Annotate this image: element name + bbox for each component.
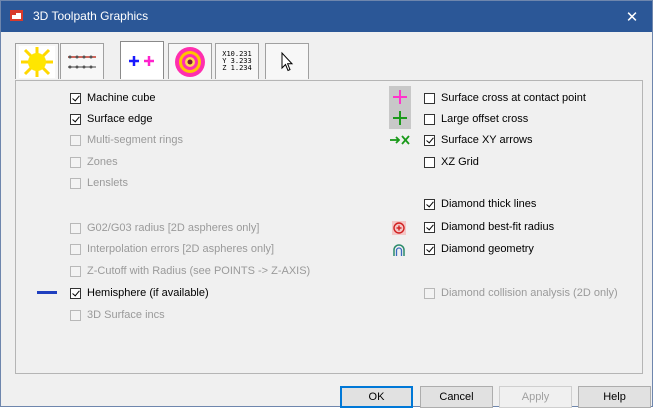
option-machine-cube[interactable]: Machine cube [70,91,156,105]
g02-g03-radius-label: G02/G03 radius [2D aspheres only] [87,222,260,234]
xyz-readout-icon: X10.231 Y 3.233 Z 1.234 [222,51,252,72]
option-zones[interactable]: Zones [70,155,118,169]
hemisphere-label: Hemisphere (if available) [87,287,209,299]
diamond-geometry-indicator [391,242,407,258]
tab-rings[interactable] [168,43,212,79]
red-circle-plus-icon [392,221,406,235]
option-large-offset-cross[interactable]: Large offset cross [424,112,528,126]
dotted-lines-icon [68,55,96,68]
blue-line-icon [37,291,57,294]
surface-xy-arrows-checkbox[interactable] [424,134,435,146]
diamond-thick-lines-label: Diamond thick lines [441,198,537,210]
xz-grid-checkbox[interactable] [424,156,435,168]
ok-button[interactable]: OK [340,386,413,408]
diamond-best-fit-radius-label: Diamond best-fit radius [441,221,555,233]
multi-segment-rings-checkbox[interactable] [70,134,81,146]
zones-label: Zones [87,156,118,168]
option-surface-edge[interactable]: Surface edge [70,112,152,126]
tab-toolpath-lines[interactable] [60,43,104,79]
tab-pointer[interactable] [265,43,309,79]
diamond-collision-analysis-label: Diamond collision analysis (2D only) [441,287,618,299]
tab-lighting[interactable] [15,43,59,79]
machine-cube-checkbox[interactable] [70,92,81,104]
large-offset-cross-label: Large offset cross [441,113,529,125]
option-diamond-collision-analysis[interactable]: Diamond collision analysis (2D only) [424,286,618,300]
cancel-button[interactable]: Cancel [420,386,493,408]
interpolation-errors-label: Interpolation errors [2D aspheres only] [87,243,275,255]
diamond-tool-icon [393,244,405,256]
xyz-line-z: Z 1.234 [222,64,252,72]
large-offset-cross-checkbox[interactable] [424,113,435,125]
best-fit-radius-indicator [391,220,407,236]
apply-button[interactable]: Apply [499,386,572,408]
option-diamond-thick-lines[interactable]: Diamond thick lines [424,197,536,211]
option-interpolation-errors[interactable]: Interpolation errors [2D aspheres only] [70,242,274,256]
option-diamond-geometry[interactable]: Diamond geometry [424,242,534,256]
z-cutoff-checkbox[interactable] [70,265,81,277]
surface-xy-arrows-label: Surface XY arrows [441,134,533,146]
diamond-geometry-checkbox[interactable] [424,243,435,255]
z-cutoff-label: Z-Cutoff with Radius (see POINTS -> Z-AX… [87,265,311,277]
option-hemisphere[interactable]: Hemisphere (if available) [70,286,209,300]
option-surface-xy-arrows[interactable]: Surface XY arrows [424,133,533,147]
diamond-best-fit-radius-checkbox[interactable] [424,221,435,233]
3d-surface-incs-label: 3D Surface incs [87,309,165,321]
option-lenslets[interactable]: Lenslets [70,176,128,190]
close-icon: ✕ [625,8,639,26]
surface-edge-label: Surface edge [87,113,153,125]
green-cross-indicator [389,107,411,129]
magenta-cross-indicator [389,86,411,108]
option-3d-surface-incs[interactable]: 3D Surface incs [70,308,165,322]
cursor-arrow-icon [281,51,294,71]
lenslets-label: Lenslets [87,177,128,189]
interpolation-errors-checkbox[interactable] [70,243,81,255]
tab-coordinates[interactable]: X10.231 Y 3.233 Z 1.234 [215,43,259,79]
surface-cross-checkbox[interactable] [424,92,435,104]
option-xz-grid[interactable]: XZ Grid [424,155,479,169]
option-g02-g03-radius[interactable]: G02/G03 radius [2D aspheres only] [70,221,259,235]
app-icon [10,10,23,21]
close-button[interactable]: ✕ [612,1,652,32]
magenta-cross-icon [393,90,407,104]
lenslets-checkbox[interactable] [70,177,81,189]
xy-arrows-icon [390,135,410,145]
title-bar: 3D Toolpath Graphics ✕ [1,1,652,32]
surface-edge-checkbox[interactable] [70,113,81,125]
diamond-thick-lines-checkbox[interactable] [424,198,435,210]
hemisphere-checkbox[interactable] [70,287,81,299]
sun-icon [19,45,55,78]
option-surface-cross[interactable]: Surface cross at contact point [424,91,586,105]
option-diamond-best-fit-radius[interactable]: Diamond best-fit radius [424,220,554,234]
window-title: 3D Toolpath Graphics [33,9,149,23]
hemisphere-indicator [37,286,57,300]
options-panel: Machine cube Surface edge Multi-segment … [15,80,643,374]
multi-segment-rings-label: Multi-segment rings [87,134,183,146]
xz-grid-label: XZ Grid [441,156,479,168]
option-z-cutoff[interactable]: Z-Cutoff with Radius (see POINTS -> Z-AX… [70,264,310,278]
concentric-rings-icon [175,46,205,77]
diamond-collision-analysis-checkbox[interactable] [424,287,435,299]
diamond-geometry-label: Diamond geometry [441,243,534,255]
surface-cross-label: Surface cross at contact point [441,92,586,104]
machine-cube-label: Machine cube [87,92,156,104]
help-button[interactable]: Help [578,386,651,408]
tab-crosses[interactable] [120,41,164,79]
g02-g03-radius-checkbox[interactable] [70,222,81,234]
zones-checkbox[interactable] [70,156,81,168]
cross-markers-icon [129,55,154,66]
option-multi-segment-rings[interactable]: Multi-segment rings [70,133,183,147]
3d-surface-incs-checkbox[interactable] [70,309,81,321]
xy-arrows-indicator [389,133,411,147]
green-cross-icon [393,111,407,125]
dialog-window: 3D Toolpath Graphics ✕ X10.231 Y 3.233 Z… [0,0,653,408]
